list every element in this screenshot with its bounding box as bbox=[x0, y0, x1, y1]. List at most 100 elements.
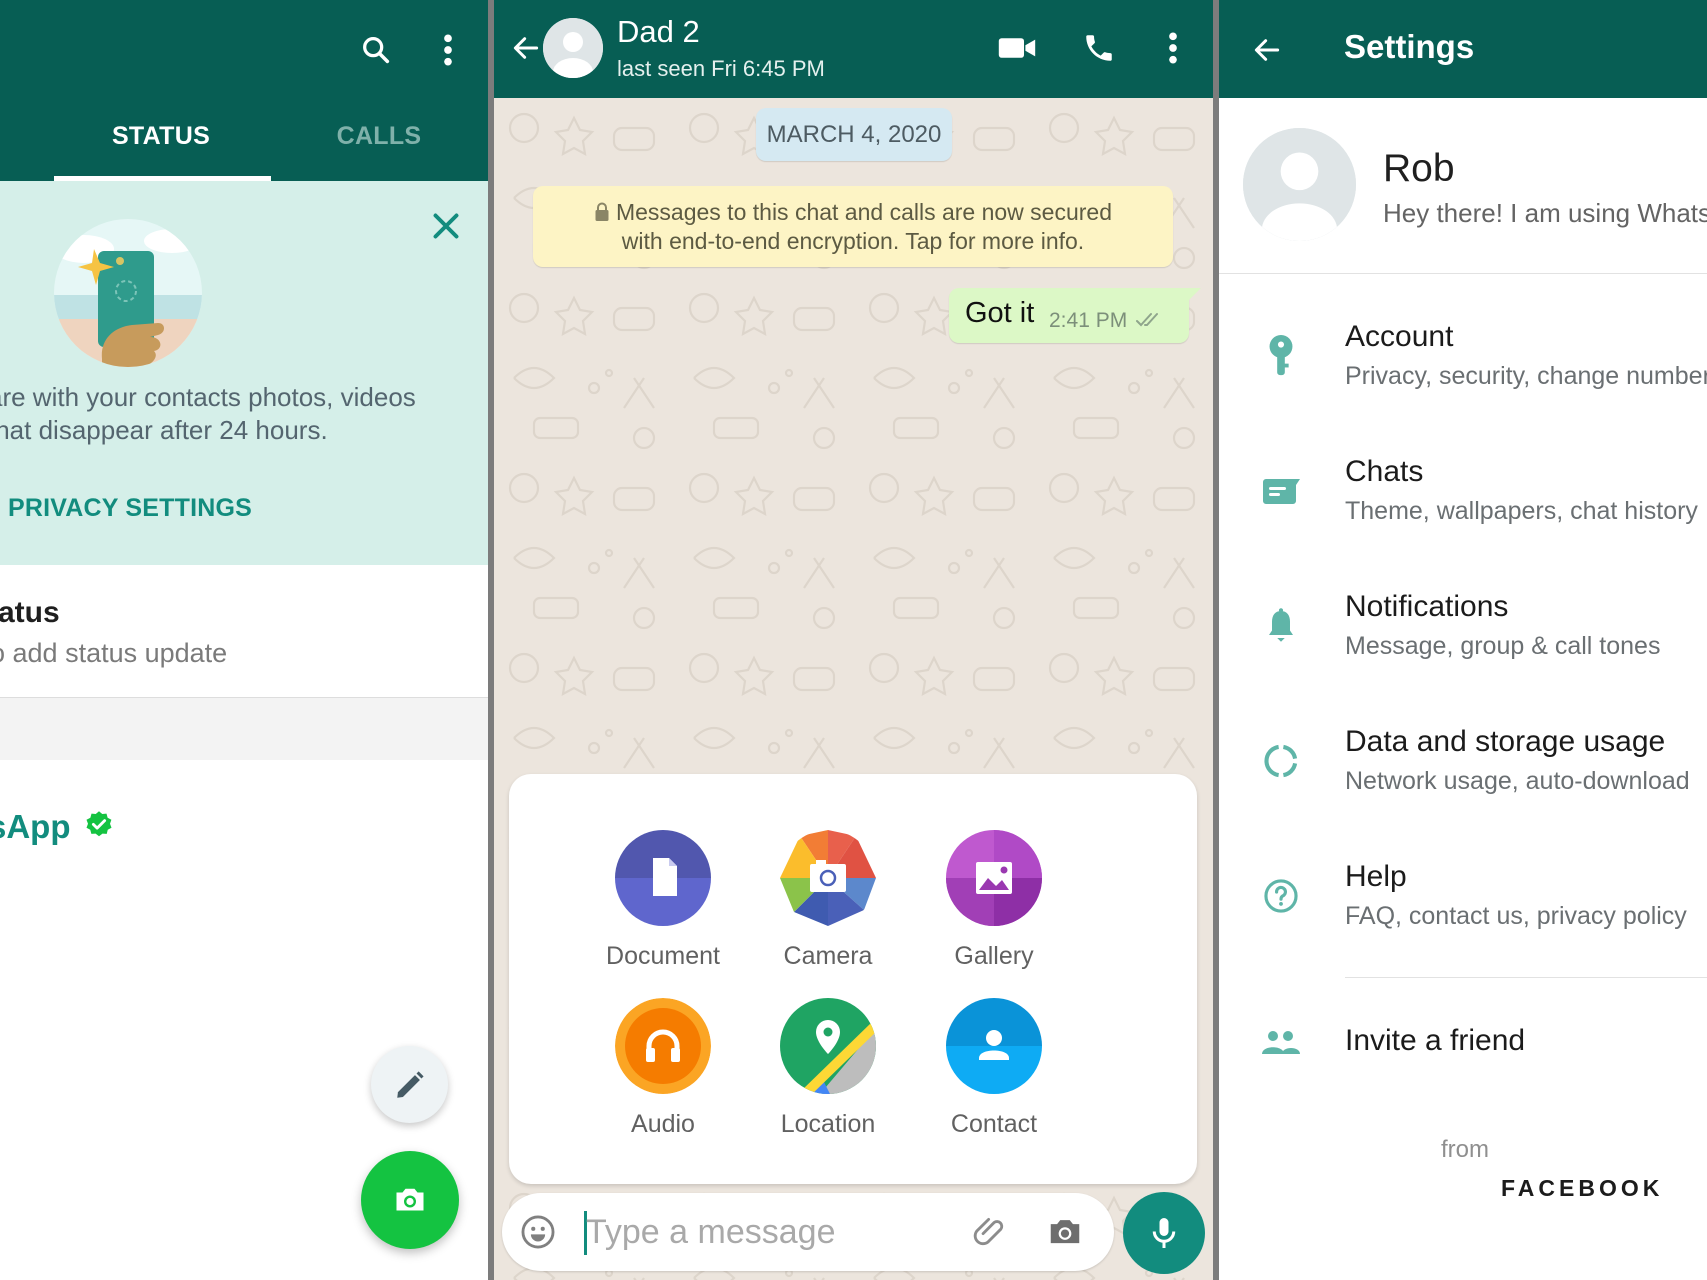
privacy-settings-link[interactable]: PRIVACY SETTINGS bbox=[8, 494, 252, 523]
encryption-notice[interactable]: Messages to this chat and calls are now … bbox=[533, 186, 1173, 267]
help-icon bbox=[1264, 879, 1298, 913]
composer-camera-button[interactable] bbox=[1044, 1211, 1086, 1253]
attach-camera-button[interactable]: Camera bbox=[753, 830, 903, 971]
settings-item-notifications[interactable]: Notifications Message, group & call tone… bbox=[1219, 580, 1707, 690]
chat-screen: Dad 2 last seen Fri 6:45 PM MARCH 4, 202… bbox=[494, 0, 1213, 1280]
pencil-icon bbox=[396, 1070, 424, 1098]
tab-calls[interactable]: CALLS bbox=[337, 122, 422, 151]
contact-icon bbox=[946, 998, 1042, 1094]
settings-title: Settings bbox=[1344, 28, 1475, 65]
camera-icon bbox=[1050, 1220, 1080, 1244]
status-illustration bbox=[54, 219, 202, 367]
attach-contact-label: Contact bbox=[950, 1110, 1038, 1138]
text-status-fab[interactable] bbox=[371, 1046, 448, 1123]
emoji-button[interactable] bbox=[518, 1212, 558, 1252]
chat-more-options-button[interactable] bbox=[1156, 28, 1190, 68]
privacy-text-line-2: that disappear after 24 hours. bbox=[0, 415, 328, 445]
microphone-icon bbox=[1152, 1218, 1176, 1248]
document-icon-circle bbox=[615, 830, 711, 926]
outgoing-message-bubble[interactable]: Got it 2:41 PM bbox=[949, 288, 1189, 343]
emoji-icon bbox=[521, 1215, 555, 1249]
settings-item-account[interactable]: Account Privacy, security, change number bbox=[1219, 310, 1707, 420]
settings-screen: Settings Rob Hey there! I am using Whats… bbox=[1219, 0, 1707, 1280]
settings-item-help[interactable]: Help FAQ, contact us, privacy policy bbox=[1219, 850, 1707, 960]
contact-name[interactable]: Dad 2 bbox=[617, 14, 700, 50]
more-options-button[interactable] bbox=[430, 28, 466, 72]
help-icon-wrap bbox=[1257, 872, 1305, 920]
audio-icon-circle bbox=[615, 998, 711, 1094]
encryption-text-1: Messages to this chat and calls are now … bbox=[615, 199, 1113, 225]
chat-icon bbox=[1263, 479, 1300, 504]
contact-avatar[interactable] bbox=[543, 18, 603, 78]
settings-item-title: Chats bbox=[1345, 455, 1424, 488]
contact-icon-circle bbox=[946, 998, 1042, 1094]
headphones-icon bbox=[615, 998, 711, 1094]
privacy-text-line-1: are with your contacts photos, videos bbox=[0, 382, 416, 412]
profile-avatar[interactable] bbox=[1243, 128, 1356, 241]
settings-item-title: Help bbox=[1345, 860, 1407, 893]
settings-item-invite[interactable]: Invite a friend bbox=[1219, 1006, 1707, 1080]
status-privacy-description: are with your contacts photos, videos th… bbox=[0, 381, 416, 447]
settings-item-subtitle: Privacy, security, change number bbox=[1345, 362, 1707, 390]
attachment-sheet: Document Camera Gallery Audio Location C… bbox=[509, 774, 1197, 1184]
bell-icon bbox=[1269, 608, 1293, 642]
attach-audio-label: Audio bbox=[631, 1110, 695, 1138]
camera-icon-circle bbox=[780, 830, 876, 926]
attach-document-button[interactable]: Document bbox=[588, 830, 738, 971]
back-arrow-icon bbox=[1254, 39, 1280, 61]
attach-gallery-label: Gallery bbox=[954, 942, 1034, 970]
attach-audio-button[interactable]: Audio bbox=[588, 998, 738, 1139]
back-button[interactable] bbox=[506, 28, 546, 68]
voice-record-button[interactable] bbox=[1123, 1192, 1205, 1274]
attach-gallery-button[interactable]: Gallery bbox=[919, 830, 1069, 971]
verified-badge-icon bbox=[86, 811, 112, 837]
tab-status[interactable]: STATUS bbox=[112, 122, 210, 151]
bell-icon-wrap bbox=[1257, 602, 1305, 650]
key-icon bbox=[1269, 335, 1293, 376]
attach-camera-label: Camera bbox=[783, 942, 873, 970]
video-call-button[interactable] bbox=[995, 28, 1039, 68]
default-avatar-icon bbox=[1243, 128, 1356, 241]
message-input[interactable] bbox=[586, 1207, 966, 1257]
status-privacy-card: are with your contacts photos, videos th… bbox=[0, 181, 488, 565]
attach-document-label: Document bbox=[606, 942, 720, 970]
message-time: 2:41 PM bbox=[1049, 309, 1128, 332]
dismiss-card-button[interactable] bbox=[428, 208, 464, 244]
status-screen: STATUS CALLS are with your contacts phot… bbox=[0, 0, 488, 1280]
people-icon bbox=[1262, 1031, 1300, 1054]
voice-call-button[interactable] bbox=[1077, 28, 1121, 68]
settings-item-data-storage[interactable]: Data and storage usage Network usage, au… bbox=[1219, 715, 1707, 825]
settings-item-chats[interactable]: Chats Theme, wallpapers, chat history bbox=[1219, 445, 1707, 555]
profile-name: Rob bbox=[1383, 147, 1455, 190]
attach-button[interactable] bbox=[970, 1211, 1012, 1253]
settings-item-title: Invite a friend bbox=[1345, 1024, 1526, 1057]
paperclip-icon bbox=[973, 1217, 1004, 1246]
chat-icon-wrap bbox=[1257, 467, 1305, 515]
attach-contact-button[interactable]: Contact bbox=[919, 998, 1069, 1139]
divider bbox=[1345, 977, 1707, 978]
data-usage-icon-wrap bbox=[1257, 737, 1305, 785]
whatsapp-status-row[interactable]: sApp bbox=[0, 808, 114, 846]
settings-item-subtitle: Network usage, auto-download bbox=[1345, 767, 1690, 795]
camera-status-fab[interactable] bbox=[361, 1151, 459, 1249]
attach-location-button[interactable]: Location bbox=[753, 998, 903, 1139]
message-timestamp: 2:41 PM bbox=[1049, 309, 1163, 333]
key-icon-wrap bbox=[1257, 332, 1305, 380]
settings-back-button[interactable] bbox=[1247, 30, 1287, 70]
search-button[interactable] bbox=[354, 28, 398, 72]
camera-icon bbox=[780, 830, 876, 926]
settings-item-title: Data and storage usage bbox=[1345, 725, 1666, 758]
footer-brand: FACEBOOK bbox=[1501, 1175, 1664, 1201]
default-avatar-icon bbox=[543, 18, 603, 78]
my-status-title: tatus bbox=[0, 596, 60, 629]
section-header-band bbox=[0, 698, 488, 760]
double-check-icon bbox=[1136, 313, 1159, 327]
message-text: Got it bbox=[965, 297, 1035, 329]
encryption-line-2: with end-to-end encryption. Tap for more… bbox=[621, 228, 1085, 254]
people-icon-wrap bbox=[1257, 1019, 1305, 1067]
more-vert-icon bbox=[444, 34, 452, 66]
profile-about: Hey there! I am using WhatsApp. bbox=[1383, 198, 1707, 228]
settings-item-subtitle: FAQ, contact us, privacy policy bbox=[1345, 902, 1687, 930]
gallery-icon-circle bbox=[946, 830, 1042, 926]
voice-call-icon bbox=[1086, 35, 1112, 61]
